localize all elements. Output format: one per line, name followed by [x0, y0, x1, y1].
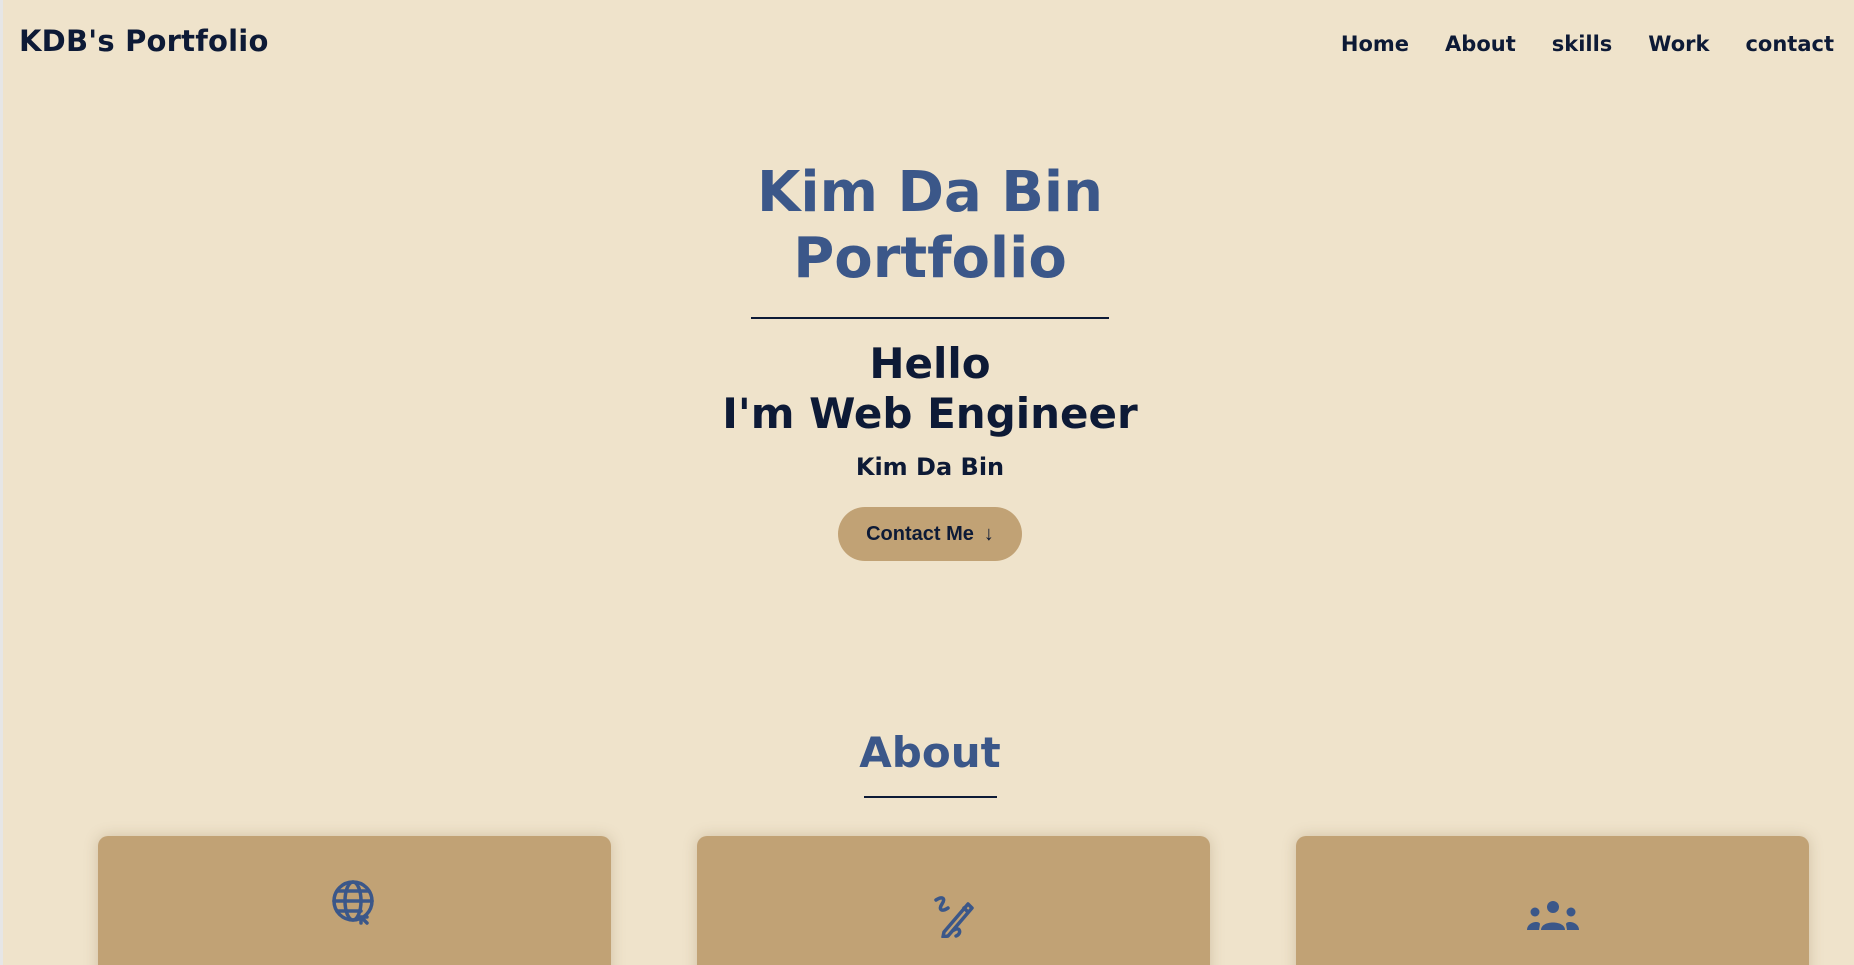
hero-title-line2: Portfolio [793, 226, 1067, 291]
page: KDB's Portfolio Home About skills Work c… [0, 0, 1854, 965]
site-logo[interactable]: KDB's Portfolio [19, 24, 269, 58]
site-header: KDB's Portfolio Home About skills Work c… [3, 0, 1854, 90]
greeting-line2: I'm Web Engineer [722, 389, 1138, 438]
arrow-down-icon: ↓ [983, 522, 994, 545]
globe-cursor-icon [331, 879, 379, 931]
contact-me-label: Contact Me [866, 522, 974, 545]
about-card-design [697, 836, 1210, 965]
main-nav: Home About skills Work contact [1341, 32, 1834, 56]
nav-work[interactable]: Work [1648, 32, 1709, 56]
pencil-scribble-icon [932, 894, 976, 942]
hero-title-line1: Kim Da Bin [757, 160, 1103, 225]
hero-divider [751, 317, 1109, 319]
greeting-line1: Hello [869, 339, 991, 388]
nav-skills[interactable]: skills [1552, 32, 1613, 56]
people-group-icon [1526, 900, 1580, 936]
about-section: About [3, 728, 1854, 798]
hero-section: Kim Da Bin Portfolio Hello I'm Web Engin… [3, 160, 1854, 561]
about-divider [863, 796, 997, 798]
about-card-team [1296, 836, 1809, 965]
nav-home[interactable]: Home [1341, 32, 1409, 56]
hero-name: Kim Da Bin [855, 453, 1005, 481]
about-card-web [98, 836, 611, 965]
contact-me-button[interactable]: Contact Me ↓ [838, 507, 1022, 561]
about-cards [3, 836, 1854, 965]
hero-title: Kim Da Bin Portfolio [720, 160, 1140, 292]
about-title: About [859, 728, 1001, 777]
nav-about[interactable]: About [1445, 32, 1516, 56]
nav-contact[interactable]: contact [1745, 32, 1834, 56]
hero-greeting: Hello I'm Web Engineer [3, 339, 1854, 439]
